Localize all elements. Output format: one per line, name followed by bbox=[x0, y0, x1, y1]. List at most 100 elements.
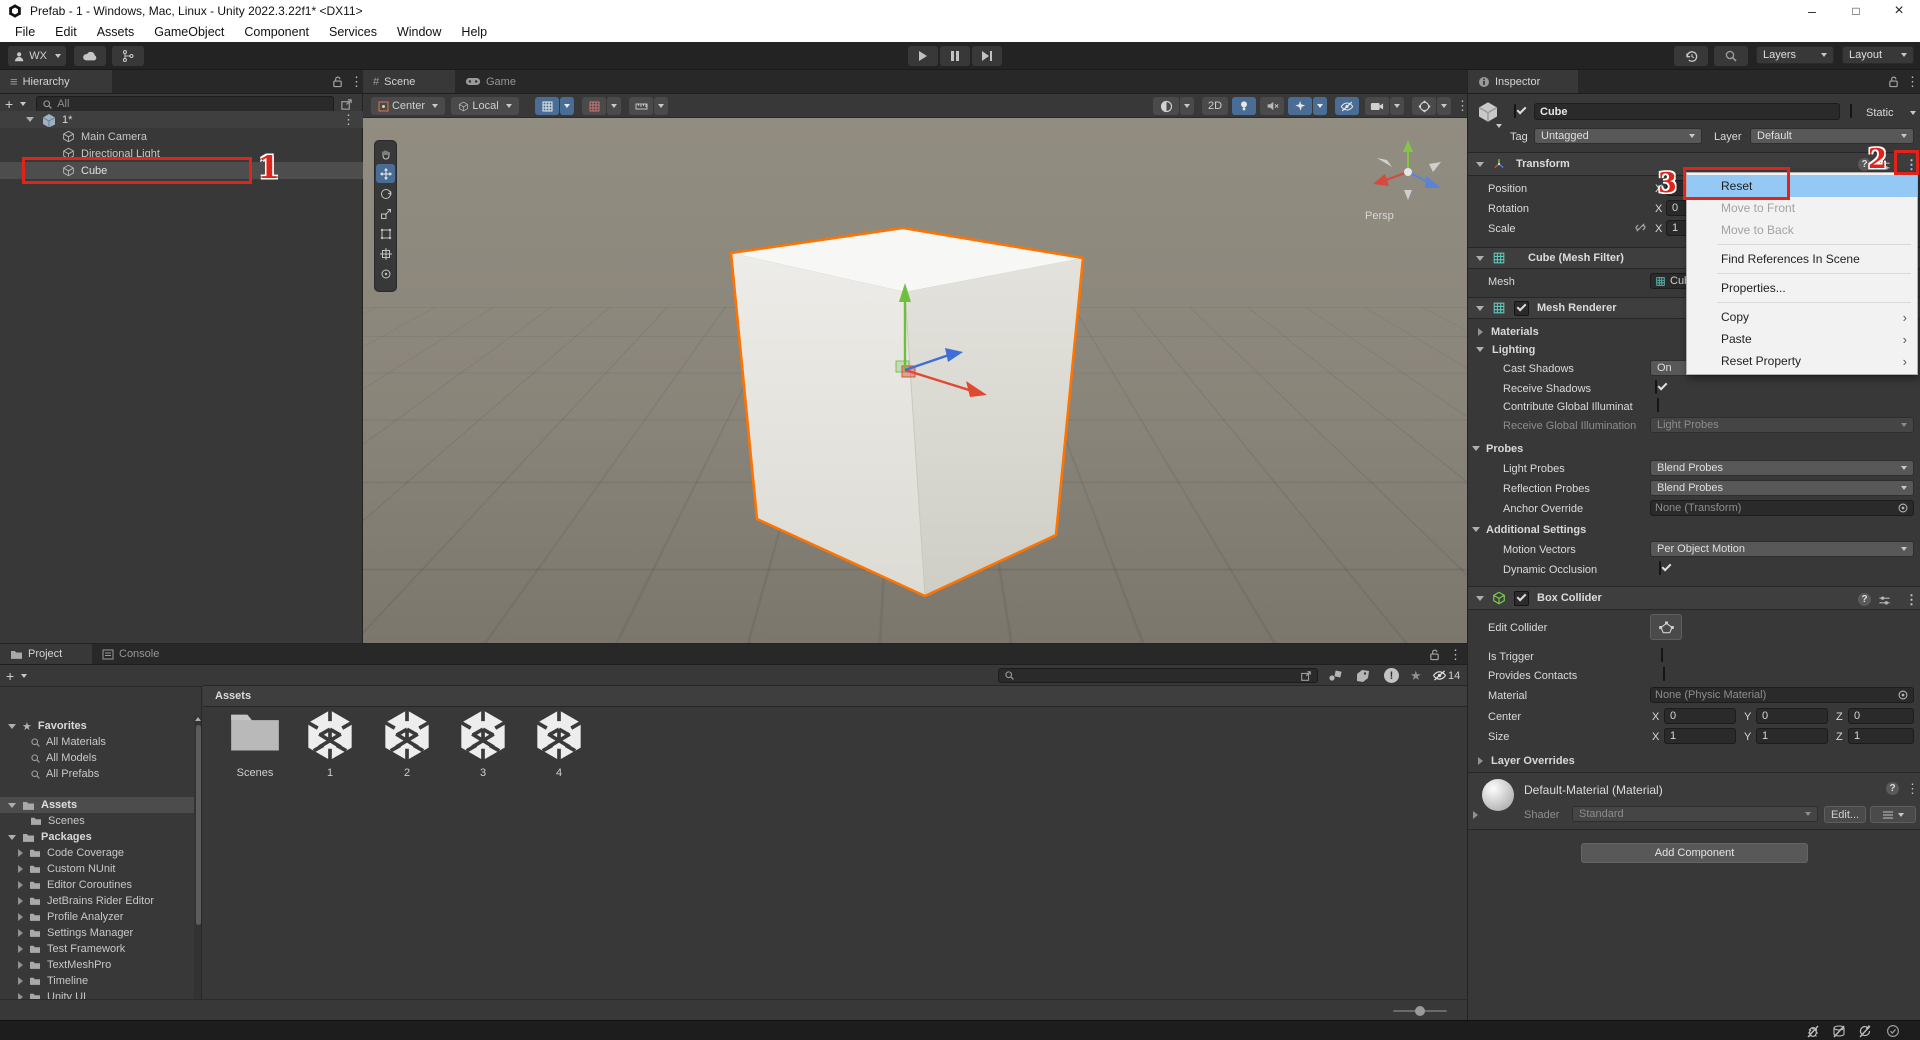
perspective-label[interactable]: Persp bbox=[1365, 210, 1394, 222]
motion-vectors-dropdown[interactable]: Per Object Motion bbox=[1650, 541, 1914, 557]
contribute-gi-checkbox[interactable] bbox=[1657, 398, 1659, 412]
tree-scrollbar[interactable] bbox=[194, 715, 202, 1021]
package-item[interactable]: Code Coverage bbox=[0, 845, 194, 861]
help-icon[interactable]: ? bbox=[1858, 593, 1871, 606]
package-item[interactable]: Test Framework bbox=[0, 941, 194, 957]
favorites-item[interactable]: All Materials bbox=[0, 734, 194, 750]
tab-console[interactable]: Console bbox=[92, 644, 184, 664]
favorites-item[interactable]: All Models bbox=[0, 750, 194, 766]
gameobject-name-input[interactable]: Cube bbox=[1534, 103, 1840, 120]
create-add-button[interactable]: + bbox=[5, 96, 26, 112]
scroll-up-icon[interactable] bbox=[195, 717, 201, 721]
hierarchy-root-row[interactable]: 1* ⋮ bbox=[0, 111, 363, 128]
kebab-menu-icon[interactable]: ⋮ bbox=[342, 113, 355, 126]
menu-item-find-references[interactable]: Find References In Scene bbox=[1687, 248, 1917, 270]
layer-overrides-foldout[interactable]: Layer Overrides bbox=[1468, 752, 1920, 769]
object-picker-icon[interactable] bbox=[1897, 502, 1909, 514]
snap-increment-dropdown[interactable] bbox=[654, 97, 668, 115]
expand-arrow-icon[interactable] bbox=[1476, 596, 1484, 601]
mesh-renderer-enabled-checkbox[interactable] bbox=[1514, 301, 1529, 316]
kebab-menu-icon[interactable]: ⋮ bbox=[1905, 593, 1918, 606]
asset-grid-item-prefab-4[interactable]: 4 bbox=[527, 707, 591, 779]
draw-mode-dropdown[interactable] bbox=[1180, 97, 1194, 115]
package-item[interactable]: Profile Analyzer bbox=[0, 909, 194, 925]
lighting-toggle[interactable] bbox=[1232, 97, 1256, 115]
cache-disabled-icon[interactable] bbox=[1832, 1024, 1846, 1038]
tree-packages-row[interactable]: Packages bbox=[0, 829, 194, 845]
menu-item[interactable]: Window bbox=[388, 25, 450, 39]
is-trigger-checkbox[interactable] bbox=[1661, 648, 1663, 662]
play-button[interactable] bbox=[908, 46, 938, 66]
static-dropdown[interactable] bbox=[1910, 111, 1916, 115]
custom-tool[interactable] bbox=[376, 264, 395, 283]
expand-arrow-icon[interactable] bbox=[1476, 162, 1484, 167]
grid-snapping-dropdown[interactable] bbox=[560, 97, 574, 115]
layers-dropdown[interactable]: Layers bbox=[1756, 46, 1834, 64]
link-broken-icon[interactable] bbox=[1634, 221, 1647, 234]
provides-contacts-checkbox[interactable] bbox=[1663, 667, 1665, 681]
grid-visual-dropdown[interactable] bbox=[607, 97, 621, 115]
tool-handle-pivot-dropdown[interactable]: Center bbox=[371, 97, 445, 115]
menu-item-paste[interactable]: Paste› bbox=[1687, 328, 1917, 350]
lock-icon[interactable] bbox=[1429, 648, 1440, 661]
menu-item[interactable]: Assets bbox=[88, 25, 144, 39]
menu-item[interactable]: Edit bbox=[46, 25, 86, 39]
anchor-override-field[interactable]: None (Transform) bbox=[1650, 500, 1914, 516]
kebab-menu-icon[interactable]: ⋮ bbox=[1449, 648, 1462, 661]
thumbnail-zoom-slider[interactable] bbox=[1393, 1010, 1447, 1012]
gizmos-button[interactable] bbox=[1412, 97, 1436, 115]
material-list-button[interactable] bbox=[1870, 806, 1916, 823]
popout-icon[interactable] bbox=[340, 98, 353, 111]
favorites-star-icon[interactable]: ★ bbox=[1410, 668, 1422, 684]
gameobject-icon-dropdown[interactable] bbox=[1496, 124, 1502, 128]
menu-item[interactable]: Component bbox=[235, 25, 318, 39]
menu-item-reset-property[interactable]: Reset Property› bbox=[1687, 350, 1917, 372]
audio-toggle[interactable] bbox=[1260, 97, 1284, 115]
tab-hierarchy[interactable]: ≡ Hierarchy bbox=[0, 70, 112, 93]
kebab-menu-icon[interactable]: ⋮ bbox=[350, 75, 363, 88]
presets-icon[interactable] bbox=[1878, 594, 1891, 607]
pause-button[interactable] bbox=[940, 46, 970, 66]
tab-game[interactable]: Game bbox=[455, 70, 539, 93]
camera-settings-button[interactable] bbox=[1365, 97, 1389, 115]
move-tool[interactable] bbox=[376, 164, 395, 183]
hidden-objects-toggle[interactable] bbox=[1335, 97, 1359, 115]
scene-viewport[interactable]: Persp bbox=[363, 118, 1467, 643]
shader-edit-button[interactable]: Edit... bbox=[1824, 806, 1866, 823]
slider-thumb[interactable] bbox=[1415, 1006, 1425, 1016]
menu-item[interactable]: Services bbox=[320, 25, 386, 39]
size-y-input[interactable]: 1 bbox=[1756, 728, 1828, 744]
tool-handle-rotation-dropdown[interactable]: Local bbox=[451, 97, 519, 115]
maximize-button[interactable]: □ bbox=[1834, 0, 1878, 22]
2d-toggle[interactable]: 2D bbox=[1202, 97, 1228, 115]
tab-project[interactable]: Project bbox=[0, 644, 92, 664]
size-x-input[interactable]: 1 bbox=[1664, 728, 1736, 744]
expand-arrow-icon[interactable] bbox=[1476, 306, 1484, 311]
favorites-item[interactable]: All Prefabs bbox=[0, 766, 194, 782]
hierarchy-item-main-camera[interactable]: Main Camera bbox=[0, 128, 363, 145]
snap-increment-button[interactable] bbox=[629, 97, 653, 115]
object-picker-icon[interactable] bbox=[1897, 689, 1909, 701]
version-control-button[interactable] bbox=[112, 46, 144, 66]
menu-item[interactable]: Help bbox=[452, 25, 496, 39]
rect-tool[interactable] bbox=[376, 224, 395, 243]
menu-item-copy[interactable]: Copy› bbox=[1687, 306, 1917, 328]
add-component-button[interactable]: Add Component bbox=[1581, 843, 1808, 863]
tag-dropdown[interactable]: Untagged bbox=[1534, 128, 1702, 144]
receive-shadows-checkbox[interactable] bbox=[1655, 380, 1657, 394]
layer-dropdown[interactable]: Default bbox=[1750, 128, 1914, 144]
scrollbar-thumb[interactable] bbox=[196, 725, 201, 925]
kebab-menu-icon[interactable]: ⋮ bbox=[1906, 782, 1919, 795]
reflection-probes-dropdown[interactable]: Blend Probes bbox=[1650, 480, 1914, 496]
grid-visual-toggle[interactable] bbox=[582, 97, 606, 115]
search-by-type-icon[interactable] bbox=[1328, 669, 1342, 682]
tab-scene[interactable]: # Scene bbox=[363, 70, 455, 93]
hierarchy-search-input[interactable]: All bbox=[36, 96, 334, 113]
package-item[interactable]: JetBrains Rider Editor bbox=[0, 893, 194, 909]
tree-scenes-row[interactable]: Scenes bbox=[0, 813, 194, 829]
asset-grid-item-prefab-3[interactable]: 3 bbox=[451, 707, 515, 779]
help-icon[interactable]: ? bbox=[1886, 782, 1899, 795]
active-checkbox[interactable] bbox=[1514, 104, 1516, 118]
expand-arrow-icon[interactable] bbox=[26, 117, 34, 122]
project-search-input[interactable] bbox=[998, 668, 1318, 683]
